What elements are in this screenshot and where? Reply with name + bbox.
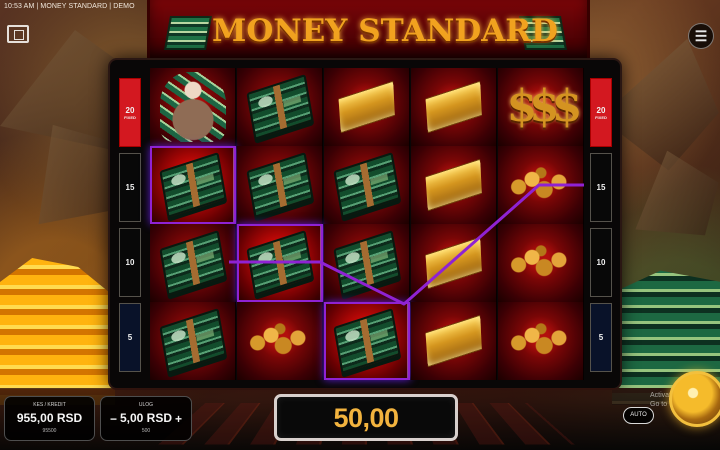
left-paylines: 20 FIXED 15 10 5: [119, 78, 141, 372]
reel-cell: [237, 224, 323, 302]
credit-value: 955,00 RSD: [16, 411, 83, 425]
background-gold-facet: [623, 143, 720, 247]
reel-cell: [324, 146, 410, 224]
payline-number: 15: [125, 183, 135, 192]
bet-control: ULOG − 5,00 RSD + 500: [100, 396, 192, 441]
credit-display: KES / KREDIT 955,00 RSD 95500: [4, 396, 95, 441]
money-symbol-icon: [158, 308, 227, 374]
money-symbol-icon: [245, 74, 314, 140]
spin-icon[interactable]: [669, 371, 720, 427]
bet-label: ULOG: [138, 402, 154, 408]
payline-number: 10: [125, 258, 135, 267]
reel-cell: [237, 146, 323, 224]
reel-cell: [150, 146, 236, 224]
coins-symbol-icon: [508, 322, 573, 360]
reel-cell: [324, 302, 410, 380]
reel-cell: [411, 146, 497, 224]
reel-cell: [411, 68, 497, 146]
reel-grid: $$$: [150, 68, 584, 380]
fixed-payline-label: FIXED: [124, 114, 136, 120]
reel-cell: [411, 302, 497, 380]
game-title: MONEY STANDARD: [212, 13, 558, 49]
fullscreen-icon[interactable]: [7, 25, 29, 43]
slot-game-screen: 10:53 AM | MONEY STANDARD | DEMO ☰ MONEY…: [0, 0, 720, 450]
reel-cell: [498, 302, 584, 380]
payline-number: 20: [596, 105, 606, 115]
reel-cell: [237, 68, 323, 146]
right-paylines: 20 FIXED 15 10 5: [590, 78, 612, 372]
win-amount-display: 50,00: [274, 394, 458, 441]
reel-cell: [411, 224, 497, 302]
coins-symbol-icon: [508, 244, 573, 282]
status-text: 10:53 AM | MONEY STANDARD | DEMO: [4, 3, 135, 10]
reel-cell: $$$: [498, 68, 584, 146]
money-symbol-icon: [332, 308, 401, 374]
coins-symbol-icon: [247, 322, 312, 360]
gold-bars-background: [0, 258, 115, 405]
gold-symbol-icon: [417, 159, 490, 212]
coins-symbol-icon: [508, 166, 573, 204]
reel-cell: [498, 146, 584, 224]
payline-number: 15: [596, 183, 606, 192]
fixed-payline-label: FIXED: [595, 114, 607, 120]
gold-symbol-icon: [330, 81, 403, 134]
reel-cell: [498, 224, 584, 302]
payline-number: 5: [127, 333, 133, 342]
payline-number: 10: [596, 258, 606, 267]
reel-cell: [150, 224, 236, 302]
credit-label: KES / KREDIT: [33, 402, 66, 408]
right-payline-20: 20 FIXED: [590, 78, 612, 147]
money-symbol-icon: [332, 152, 401, 218]
reel-cell: [150, 68, 236, 146]
auto-spin-button[interactable]: AUTO: [623, 407, 654, 424]
payline-number: 5: [598, 333, 604, 342]
left-payline-5: 5: [119, 303, 141, 372]
gold-symbol-icon: [417, 81, 490, 134]
gold-symbol-icon: [417, 315, 490, 368]
reel-cell: [324, 224, 410, 302]
payline-number: 20: [125, 105, 135, 115]
gold-symbol-icon: [417, 237, 490, 290]
money-symbol-icon: [245, 230, 314, 296]
left-payline-15: 15: [119, 153, 141, 222]
left-payline-10: 10: [119, 228, 141, 297]
right-payline-5: 5: [590, 303, 612, 372]
right-payline-10: 10: [590, 228, 612, 297]
dollar-symbol-icon: $$$: [506, 81, 583, 132]
money-symbol-icon: [158, 230, 227, 296]
money-symbol-icon: [158, 152, 227, 218]
money-stack-icon: [164, 16, 212, 50]
reel-cell: [237, 302, 323, 380]
wild-symbol-icon: [159, 72, 226, 142]
money-symbol-icon: [332, 230, 401, 296]
menu-icon[interactable]: ☰: [688, 23, 714, 49]
money-symbol-icon: [245, 152, 314, 218]
reel-cell: [150, 302, 236, 380]
right-payline-15: 15: [590, 153, 612, 222]
reel-cell: [324, 68, 410, 146]
credit-subvalue: 95500: [42, 428, 57, 434]
left-payline-20: 20 FIXED: [119, 78, 141, 147]
bet-increase-button[interactable]: +: [175, 412, 182, 426]
bet-subvalue: 500: [141, 428, 151, 434]
